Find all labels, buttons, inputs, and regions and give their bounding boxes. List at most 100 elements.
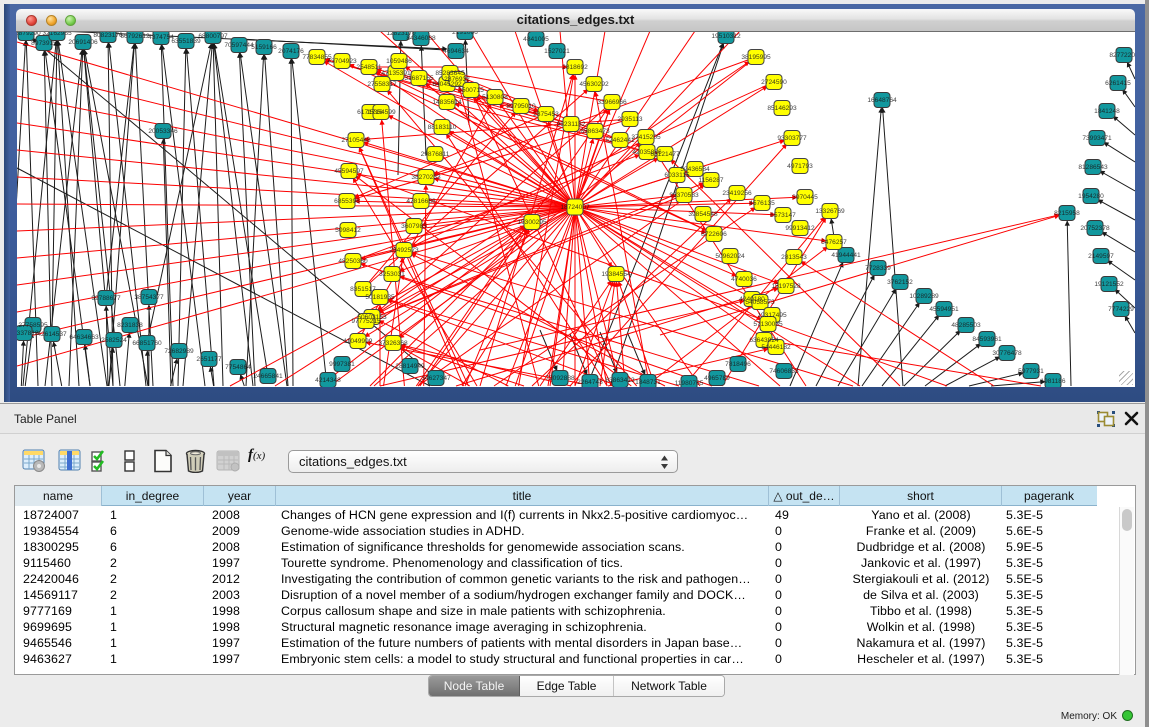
- svg-text:80823176: 80823176: [93, 32, 123, 39]
- svg-text:84346088: 84346088: [406, 35, 436, 42]
- svg-text:27758595: 27758595: [18, 322, 48, 329]
- svg-text:4374754: 4374754: [148, 34, 174, 41]
- svg-text:1059486: 1059486: [386, 58, 412, 65]
- svg-text:88183110: 88183110: [428, 124, 457, 131]
- svg-text:2813543: 2813543: [781, 254, 807, 261]
- svg-text:33966966: 33966966: [597, 99, 627, 106]
- svg-text:37415205: 37415205: [631, 134, 661, 141]
- svg-text:38270233: 38270233: [411, 174, 441, 181]
- svg-text:27105448: 27105448: [341, 137, 371, 144]
- svg-text:2149597: 2149597: [1088, 253, 1114, 260]
- svg-text:64634663: 64634663: [69, 334, 99, 341]
- svg-text:1981186: 1981186: [1040, 378, 1066, 385]
- svg-text:4214348: 4214348: [315, 377, 341, 384]
- svg-text:8215958: 8215958: [1054, 210, 1080, 217]
- svg-text:7774229: 7774229: [1108, 306, 1134, 313]
- svg-text:8231838: 8231838: [117, 322, 143, 329]
- svg-text:45594597: 45594597: [334, 168, 364, 175]
- svg-text:50962024: 50962024: [715, 253, 745, 260]
- svg-text:19300295: 19300295: [517, 219, 547, 226]
- svg-text:2548511: 2548511: [356, 64, 382, 71]
- svg-text:7818496: 7818496: [725, 361, 751, 368]
- svg-text:97775215: 97775215: [351, 318, 381, 325]
- svg-text:57130035: 57130035: [753, 321, 783, 328]
- svg-text:2375453: 2375453: [533, 111, 559, 118]
- svg-text:42614537: 42614537: [37, 331, 67, 338]
- svg-text:5098412: 5098412: [335, 227, 361, 234]
- svg-text:50181935: 50181935: [365, 294, 395, 301]
- svg-text:2818692: 2818692: [562, 64, 588, 71]
- svg-text:72682989: 72682989: [164, 348, 194, 355]
- svg-text:3762152: 3762152: [887, 279, 913, 286]
- svg-text:2876932: 2876932: [444, 76, 470, 83]
- svg-text:37326368: 37326368: [378, 340, 408, 347]
- svg-text:4740036: 4740036: [731, 276, 757, 283]
- svg-text:6261415: 6261415: [1105, 80, 1131, 87]
- svg-text:1841248: 1841248: [1094, 108, 1120, 115]
- svg-text:10289289: 10289289: [909, 293, 939, 300]
- svg-text:6855396: 6855396: [334, 198, 360, 205]
- svg-text:20691406: 20691406: [68, 39, 98, 46]
- svg-text:66792612: 66792612: [120, 33, 150, 40]
- svg-text:63551839: 63551839: [171, 38, 201, 45]
- svg-text:52436584: 52436584: [680, 166, 710, 173]
- svg-text:1527021: 1527021: [544, 48, 570, 55]
- svg-text:93303777: 93303777: [777, 135, 807, 142]
- svg-text:98231132: 98231132: [557, 121, 586, 128]
- svg-text:27558317: 27558317: [367, 81, 397, 88]
- svg-text:24665841: 24665841: [253, 373, 283, 380]
- svg-text:16648764: 16648764: [867, 97, 897, 104]
- svg-text:47816686: 47816686: [406, 198, 436, 205]
- svg-text:14835614: 14835614: [432, 99, 462, 106]
- svg-text:13326769: 13326769: [815, 208, 845, 215]
- svg-text:9997381: 9997381: [329, 361, 355, 368]
- svg-text:89795010: 89795010: [506, 103, 536, 110]
- svg-text:3500715: 3500715: [458, 87, 484, 94]
- svg-text:11980765: 11980765: [675, 380, 704, 387]
- svg-text:87337818: 87337818: [17, 330, 39, 337]
- svg-text:3253031: 3253031: [379, 271, 405, 278]
- svg-text:4965789: 4965789: [704, 375, 730, 382]
- svg-text:2651177: 2651177: [196, 356, 222, 363]
- svg-text:74606833: 74606833: [769, 368, 799, 375]
- svg-text:28814949: 28814949: [395, 363, 425, 370]
- svg-text:39854548: 39854548: [688, 211, 718, 218]
- svg-text:54446182: 54446182: [761, 344, 791, 351]
- svg-text:81286543: 81286543: [1078, 164, 1108, 171]
- svg-text:7728339: 7728339: [865, 265, 891, 272]
- svg-text:15354599: 15354599: [366, 109, 396, 116]
- svg-text:25492573: 25492573: [389, 247, 419, 254]
- svg-text:85146293: 85146293: [767, 105, 797, 112]
- svg-text:2724590: 2724590: [761, 79, 787, 86]
- svg-text:4694634: 4694634: [443, 48, 469, 55]
- svg-text:8973915: 8973915: [31, 40, 57, 47]
- svg-text:83863413: 83863413: [605, 377, 635, 384]
- svg-text:66851760: 66851760: [132, 340, 162, 347]
- svg-text:19121552: 19121552: [1094, 281, 1124, 288]
- svg-text:45594951: 45594951: [929, 306, 959, 313]
- svg-text:45630292: 45630292: [579, 81, 609, 88]
- svg-text:2264748: 2264748: [577, 379, 603, 386]
- svg-text:68800797: 68800797: [198, 33, 228, 40]
- svg-text:54058573: 54058573: [745, 299, 775, 306]
- svg-text:6033115: 6033115: [664, 172, 690, 179]
- svg-text:3970445: 3970445: [792, 194, 818, 201]
- svg-text:5159166: 5159166: [251, 44, 277, 51]
- svg-text:38195995: 38195995: [741, 54, 771, 61]
- svg-text:72092888: 72092888: [545, 375, 575, 382]
- svg-text:38754377: 38754377: [134, 294, 164, 301]
- svg-text:2935113: 2935113: [617, 116, 643, 123]
- svg-text:18724007: 18724007: [560, 204, 590, 211]
- svg-text:11049999: 11049999: [344, 338, 373, 345]
- svg-text:26879290: 26879290: [17, 32, 41, 37]
- svg-text:32162965: 32162965: [42, 32, 72, 37]
- svg-text:84593961: 84593961: [972, 336, 1002, 343]
- svg-text:2582524: 2582524: [101, 337, 127, 344]
- svg-text:20053346: 20053346: [148, 128, 178, 135]
- svg-text:43704923: 43704923: [327, 58, 357, 65]
- svg-text:31687165: 31687165: [404, 75, 434, 82]
- svg-text:1156287: 1156287: [698, 177, 724, 184]
- svg-text:19510312: 19510312: [711, 33, 741, 40]
- svg-text:19317495: 19317495: [757, 312, 787, 319]
- svg-text:5476257: 5476257: [821, 239, 847, 246]
